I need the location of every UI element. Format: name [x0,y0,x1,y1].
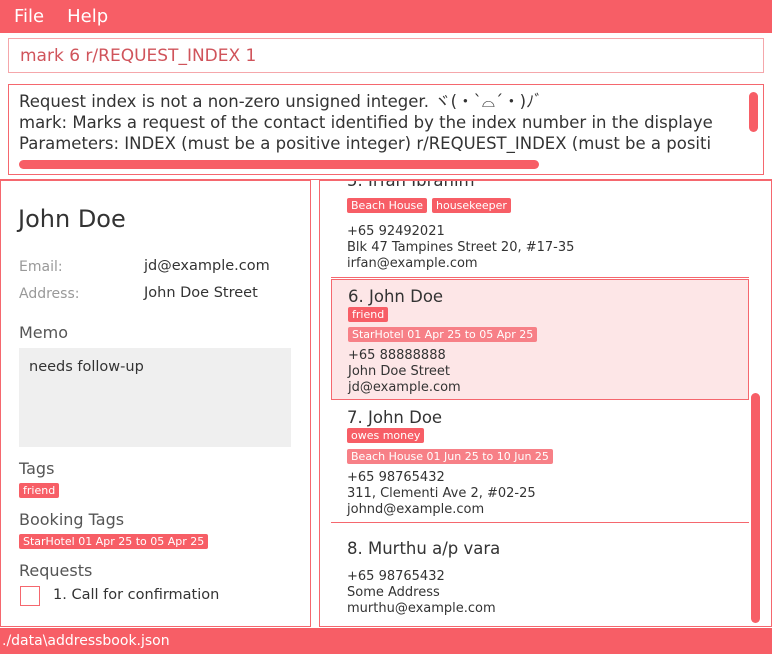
address-value: John Doe Street [144,285,258,301]
memo-heading: Memo [19,323,69,342]
card-phone: +65 98765432 [347,569,445,584]
result-display: Request index is not a non-zero unsigned… [8,84,764,175]
tags-heading: Tags [19,459,55,478]
card-email: jd@example.com [348,380,461,395]
email-value: jd@example.com [144,258,270,274]
card-phone: +65 98765432 [347,470,445,485]
card-booking-tag: StarHotel 01 Apr 25 to 05 Apr 25 [348,327,538,342]
card-title: 6. John Doe [348,287,444,306]
result-line-error: Request index is not a non-zero unsigned… [19,92,543,111]
status-file-path: ./data\addressbook.json [2,633,170,649]
request-item: 1. Call for confirmation [53,587,220,603]
result-vertical-scrollbar[interactable] [749,92,758,132]
card-title: 5. Irfan Ibrahim [347,180,475,190]
requests-heading: Requests [19,561,93,580]
card-tag: friend [348,307,389,322]
menu-file[interactable]: File [0,6,44,27]
contact-card[interactable]: 5. Irfan Ibrahim Beach House housekeeper… [331,180,749,278]
card-address: John Doe Street [348,364,450,379]
request-checkbox[interactable] [20,586,40,606]
card-booking-tag: Beach House 01 Jun 25 to 10 Jun 25 [347,449,553,464]
contact-card-selected[interactable]: 6. John Doe friend StarHotel 01 Apr 25 t… [331,279,749,400]
card-title: 7. John Doe [347,408,443,427]
status-bar: ./data\addressbook.json [0,628,772,654]
card-tag: Beach House [347,198,428,213]
result-horizontal-scrollbar[interactable] [19,160,539,169]
result-line-parameters: Parameters: INDEX (must be a positive in… [19,134,712,153]
card-address: 311, Clementi Ave 2, #02-25 [347,486,536,501]
contact-card[interactable]: 8. Murthu a/p vara +65 98765432 Some Add… [331,524,749,626]
command-input[interactable]: mark 6 r/REQUEST_INDEX 1 [8,38,764,73]
card-tag: owes money [347,428,425,443]
email-label: Email: [19,259,63,275]
memo-text: needs follow-up [29,359,144,375]
tag-badge: friend [19,483,60,498]
memo-box: needs follow-up [19,348,291,447]
menu-help[interactable]: Help [44,6,108,27]
address-label: Address: [19,286,80,302]
card-email: murthu@example.com [347,601,496,616]
card-tag: housekeeper [432,198,511,213]
contact-list-panel[interactable]: 5. Irfan Ibrahim Beach House housekeeper… [319,180,772,627]
card-phone: +65 92492021 [347,224,445,239]
booking-tag-badge: StarHotel 01 Apr 25 to 05 Apr 25 [19,534,209,549]
list-scrollbar[interactable] [751,393,760,623]
detail-name: John Doe [18,205,126,233]
card-email: johnd@example.com [347,502,485,517]
contact-card[interactable]: 7. John Doe owes money Beach House 01 Ju… [331,401,749,523]
command-input-text[interactable]: mark 6 r/REQUEST_INDEX 1 [9,46,256,66]
contact-detail-panel: John Doe Email: jd@example.com Address: … [0,180,311,627]
menu-bar: File Help [0,0,772,33]
card-separator [331,277,749,278]
booking-tags-heading: Booking Tags [19,510,125,529]
card-separator [331,522,749,523]
card-title: 8. Murthu a/p vara [347,539,501,558]
card-address: Blk 47 Tampines Street 20, #17-35 [347,240,575,255]
result-line-usage: mark: Marks a request of the contact ide… [19,113,713,132]
card-email: irfan@example.com [347,256,478,271]
card-address: Some Address [347,585,440,600]
card-phone: +65 88888888 [348,348,446,363]
